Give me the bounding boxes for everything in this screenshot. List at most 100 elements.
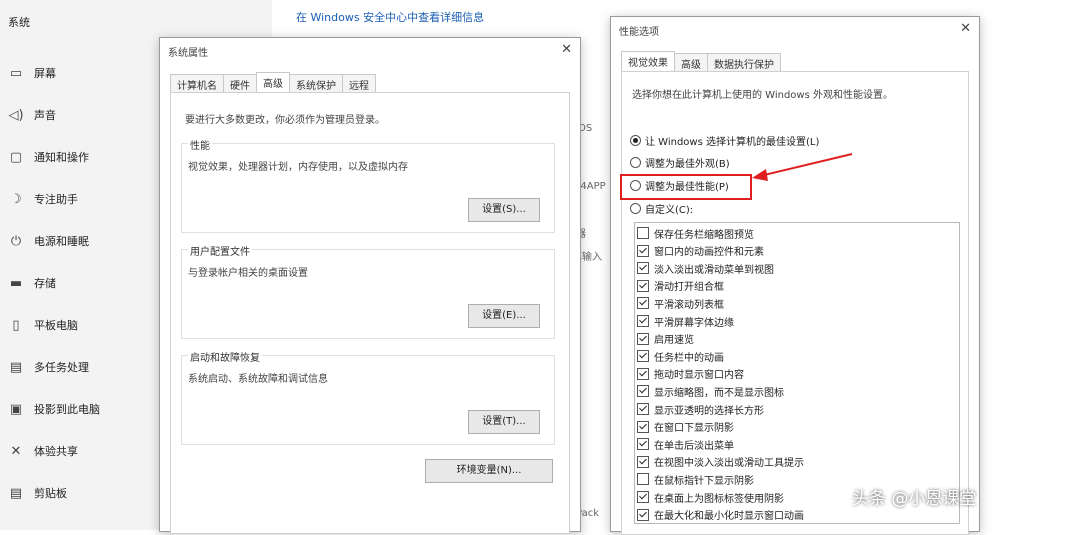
project-icon: ▣ bbox=[9, 401, 23, 417]
security-center-link[interactable]: 在 Windows 安全中心中查看详细信息 bbox=[296, 9, 484, 25]
user-profiles-group: 用户配置文件 与登录帐户相关的桌面设置 设置(E)... bbox=[181, 243, 555, 339]
sidebar-item[interactable]: ⏻ 电源和睡眠 bbox=[6, 231, 89, 251]
sidebar-item-label: 投影到此电脑 bbox=[34, 403, 100, 416]
clipboard-icon: ▤ bbox=[9, 485, 23, 501]
radio-option[interactable]: 让 Windows 选择计算机的最佳设置(L) bbox=[630, 133, 819, 148]
display-icon: ▭ bbox=[9, 65, 23, 81]
list-item[interactable]: 滑动打开组合框 bbox=[637, 278, 724, 294]
checkbox[interactable] bbox=[637, 227, 649, 239]
checkbox[interactable] bbox=[637, 508, 649, 521]
list-item[interactable]: 保存任务栏缩略图预览 bbox=[637, 225, 754, 241]
checkbox-label: 滑动打开组合框 bbox=[654, 282, 724, 294]
sidebar-item[interactable]: ▢ 通知和操作 bbox=[6, 147, 89, 167]
radio-button[interactable] bbox=[630, 135, 641, 146]
radio-button[interactable] bbox=[630, 157, 641, 168]
list-item[interactable]: 窗口内的动画控件和元素 bbox=[637, 243, 764, 259]
checkbox[interactable] bbox=[637, 438, 649, 451]
list-item[interactable]: 在视图中淡入淡出或滑动工具提示 bbox=[637, 454, 804, 470]
list-item[interactable]: 在桌面上为图标标签使用阴影 bbox=[637, 489, 784, 505]
list-item[interactable]: 启用速览 bbox=[637, 331, 694, 347]
sidebar-item-label: 专注助手 bbox=[34, 193, 78, 206]
perf-prompt: 选择你想在此计算机上使用的 Windows 外观和性能设置。 bbox=[632, 90, 893, 101]
checkbox[interactable] bbox=[637, 350, 649, 363]
radio-option[interactable]: 自定义(C): bbox=[630, 201, 693, 216]
group-title: 性能 bbox=[188, 137, 212, 152]
checkbox[interactable] bbox=[637, 385, 649, 398]
checkbox-label: 显示亚透明的选择长方形 bbox=[654, 405, 764, 417]
sidebar-item[interactable]: ▣ 投影到此电脑 bbox=[6, 399, 100, 419]
multitask-icon: ▤ bbox=[9, 359, 23, 375]
group-title: 用户配置文件 bbox=[188, 243, 252, 258]
sidebar-item[interactable]: ▯ 平板电脑 bbox=[6, 315, 78, 335]
checkbox[interactable] bbox=[637, 367, 649, 380]
startup-recovery-settings-button[interactable]: 设置(T)... bbox=[468, 410, 540, 434]
sidebar-item[interactable]: ▭ 屏幕 bbox=[6, 63, 56, 83]
checkbox[interactable] bbox=[637, 420, 649, 433]
checkbox[interactable] bbox=[637, 244, 649, 257]
checkbox[interactable] bbox=[637, 491, 649, 503]
dialog-title: 性能选项 bbox=[619, 27, 659, 38]
checkbox[interactable] bbox=[637, 455, 649, 468]
sidebar-item-label: 体验共享 bbox=[34, 445, 78, 458]
list-item[interactable]: 在单击后淡出菜单 bbox=[637, 436, 734, 452]
tablet-icon: ▯ bbox=[12, 317, 20, 333]
checkbox-label: 在单击后淡出菜单 bbox=[654, 440, 734, 452]
annotation-arrow-icon bbox=[752, 153, 853, 181]
list-item[interactable]: 淡入淡出或滑动菜单到视图 bbox=[637, 260, 774, 276]
list-item[interactable]: 在最大化和最小化时显示窗口动画 bbox=[637, 507, 804, 523]
list-item[interactable]: 显示亚透明的选择长方形 bbox=[637, 401, 764, 417]
sidebar-item-label: 声音 bbox=[34, 109, 56, 122]
checkbox[interactable] bbox=[637, 262, 649, 275]
close-icon[interactable]: ✕ bbox=[960, 21, 971, 36]
list-item[interactable]: 平滑滚动列表框 bbox=[637, 295, 724, 311]
checkbox[interactable] bbox=[637, 279, 649, 292]
user-profiles-settings-button[interactable]: 设置(E)... bbox=[468, 304, 540, 328]
sidebar-item-label: 多任务处理 bbox=[34, 361, 89, 374]
checkbox[interactable] bbox=[637, 332, 649, 345]
close-icon[interactable]: ✕ bbox=[561, 42, 572, 57]
checkbox[interactable] bbox=[637, 297, 649, 310]
sidebar-item[interactable]: ▤ 剪贴板 bbox=[6, 483, 67, 503]
moon-icon: ☽ bbox=[10, 191, 22, 207]
sidebar-item[interactable]: ✕ 体验共享 bbox=[6, 441, 78, 461]
radio-button[interactable] bbox=[630, 203, 641, 214]
radio-option[interactable]: 调整为最佳外观(B) bbox=[630, 155, 730, 170]
list-item[interactable]: 在鼠标指针下显示阴影 bbox=[637, 471, 754, 487]
group-desc: 系统启动、系统故障和调试信息 bbox=[188, 374, 328, 385]
checkbox-label: 拖动时显示窗口内容 bbox=[654, 370, 744, 382]
performance-group: 性能 视觉效果，处理器计划，内存使用，以及虚拟内存 设置(S)... bbox=[181, 137, 555, 233]
checkbox[interactable] bbox=[637, 403, 649, 415]
tab[interactable]: 视觉效果 bbox=[621, 51, 675, 73]
radio-label: 让 Windows 选择计算机的最佳设置(L) bbox=[645, 137, 820, 148]
list-item[interactable]: 在窗口下显示阴影 bbox=[637, 419, 734, 435]
storage-icon: ▬ bbox=[9, 275, 23, 291]
notification-icon: ▢ bbox=[9, 149, 23, 165]
list-item[interactable]: 平滑屏幕字体边缘 bbox=[637, 313, 734, 329]
sidebar-item[interactable]: ▤ 多任务处理 bbox=[6, 357, 89, 377]
checkbox-label: 在窗口下显示阴影 bbox=[654, 423, 734, 435]
visual-effects-list[interactable]: 保存任务栏缩略图预览窗口内的动画控件和元素 淡入淡出或滑动菜单到视图滑动打开组合框… bbox=[634, 222, 960, 524]
checkbox-label: 在最大化和最小化时显示窗口动画 bbox=[654, 511, 804, 523]
sidebar-item-label: 剪贴板 bbox=[34, 487, 67, 500]
sidebar-item[interactable]: ☽ 专注助手 bbox=[6, 189, 78, 209]
performance-settings-button[interactable]: 设置(S)... bbox=[468, 198, 540, 222]
list-item[interactable]: 拖动时显示窗口内容 bbox=[637, 366, 744, 382]
checkbox-label: 在鼠标指针下显示阴影 bbox=[654, 475, 754, 487]
checkbox[interactable] bbox=[637, 473, 649, 486]
tab[interactable]: 高级 bbox=[256, 72, 290, 94]
environment-variables-button[interactable]: 环境变量(N)... bbox=[425, 459, 553, 483]
sidebar-item[interactable]: ◁) 声音 bbox=[6, 105, 56, 125]
power-icon: ⏻ bbox=[10, 233, 22, 249]
list-item[interactable]: 显示缩略图，而不是显示图标 bbox=[637, 383, 784, 399]
highlight-box bbox=[620, 174, 752, 200]
checkbox-label: 平滑滚动列表框 bbox=[654, 299, 724, 311]
admin-notice: 要进行大多数更改，你必须作为管理员登录。 bbox=[185, 115, 385, 126]
checkbox-label: 启用速览 bbox=[654, 335, 694, 347]
sidebar-item[interactable]: ▬ 存储 bbox=[6, 273, 56, 293]
system-properties-dialog: 系统属性 ✕ 计算机名 硬件 高级 系统保护 远程 要进行大多数更改，你必须作为管理员登… bbox=[159, 37, 581, 534]
list-item[interactable]: 任务栏中的动画 bbox=[637, 348, 724, 364]
checkbox-label: 在桌面上为图标标签使用阴影 bbox=[654, 493, 784, 505]
checkbox-label: 保存任务栏缩略图预览 bbox=[654, 229, 754, 241]
checkbox[interactable] bbox=[637, 315, 649, 327]
group-title: 启动和故障恢复 bbox=[188, 349, 262, 364]
